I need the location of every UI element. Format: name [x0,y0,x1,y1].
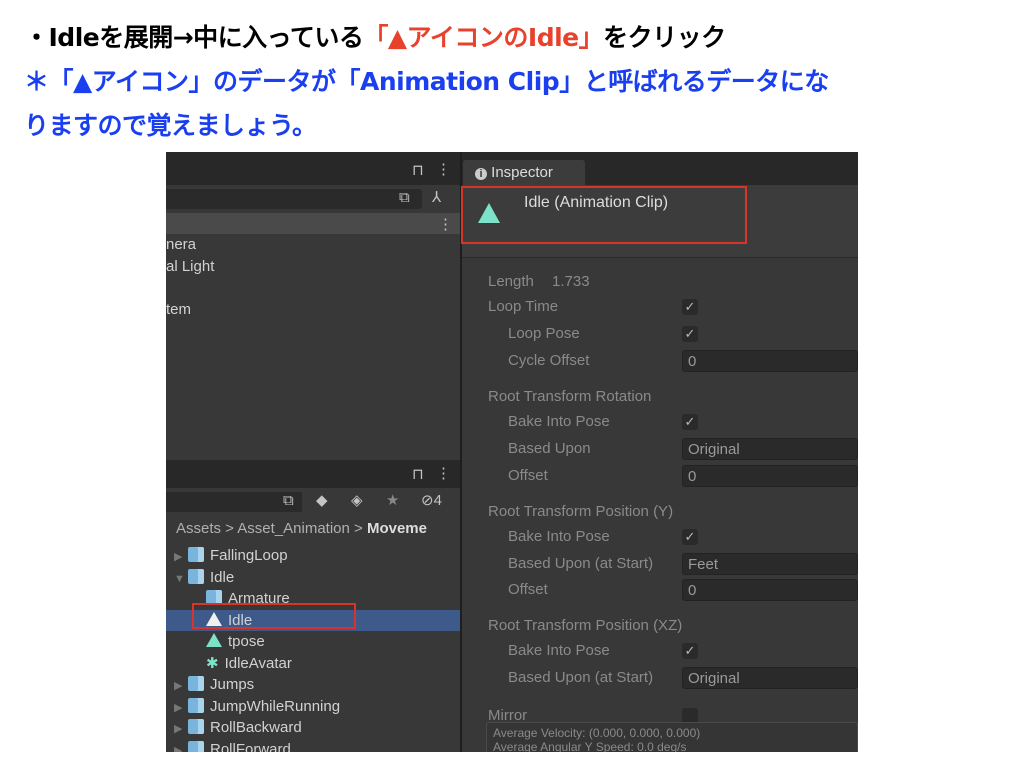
field-label: Length [488,273,534,290]
hierarchy-panel: ⊓ ⋮ ⧉ ⅄ ⋮ nera al Light tem [166,152,460,462]
number-field[interactable]: 0 [682,579,858,601]
breadcrumb: Assets > Asset_Animation > Moveme [176,520,427,537]
number-field[interactable]: 0 [682,465,858,487]
scene-row[interactable] [166,213,460,234]
model-icon [188,547,204,562]
hierarchy-item[interactable]: nera [166,236,196,253]
instruction-line-1: ・Idleを展開→中に入っている「▲アイコンのIdle」をクリック [24,18,726,54]
tab-label: Inspector [491,164,553,181]
hierarchy-item[interactable]: al Light [166,258,214,275]
breadcrumb-current[interactable]: Moveme [367,520,427,537]
lock-icon[interactable]: ⊓ [412,465,424,483]
expand-arrow-icon[interactable]: ▶ [174,676,188,697]
field-label: Cycle Offset [508,352,590,369]
model-icon [188,719,204,734]
dropdown[interactable]: Original [682,438,858,460]
dropdown[interactable]: Feet [682,553,858,575]
breadcrumb-item[interactable]: Asset_Animation [237,520,350,537]
hidden-packages-icon[interactable]: ⊘4 [421,491,442,509]
hierarchy-search-input[interactable] [166,189,422,209]
project-item-label: RollForward [210,740,291,753]
project-item[interactable]: ▶ RollBackward [166,717,460,738]
field-label: Bake Into Pose [508,642,610,659]
field-label: Root Transform Position (XZ) [488,617,683,634]
hidden-count: 4 [433,492,442,509]
expand-arrow-icon[interactable]: ▶ [174,547,188,568]
field-label: Bake Into Pose [508,413,610,430]
instruction-text: ・Idleを展開→中に入っている [24,23,364,52]
note-line-2: りますので覚えましょう。 [24,111,317,140]
project-item-label: FallingLoop [210,547,288,564]
more-menu-icon[interactable]: ⋮ [436,160,451,178]
field-label: Root Transform Position (Y) [488,503,674,520]
instruction-text: をクリック [603,23,726,52]
expand-arrow-icon[interactable]: ▶ [174,698,188,719]
inspector-panel: i Inspector Idle (Animation Clip) Length… [461,152,858,752]
search-mode-icon[interactable]: ⧉ [283,492,294,509]
project-item[interactable]: ▶ Jumps [166,674,460,695]
project-item-label: RollBackward [210,719,302,736]
field-label: Based Upon [508,440,591,457]
sort-icon[interactable]: ⅄ [432,188,441,206]
project-tree: ▶ FallingLoop ▼ Idle Armature Idle tpose ✱ IdleA… [166,545,460,752]
project-item-label: Idle [210,568,235,586]
average-angular-speed: Average Angular Y Speed: 0.0 deg/s [493,740,687,752]
title-highlight-box [461,186,747,244]
search-mode-icon[interactable]: ⧉ [399,189,410,206]
field-label: Root Transform Rotation [488,388,652,405]
dropdown[interactable]: Original [682,667,858,689]
clip-summary-box: Average Velocity: (0.000, 0.000, 0.000) … [486,722,858,752]
project-item[interactable]: ▶ JumpWhileRunning [166,696,460,717]
expand-arrow-icon[interactable]: ▶ [174,741,188,753]
filter-by-label-icon[interactable]: ◈ [351,491,363,509]
avatar-icon: ✱ [206,654,219,672]
selection-highlight-box [192,603,356,629]
field-label: Bake Into Pose [508,528,610,545]
model-icon [188,740,204,752]
field-label: Based Upon (at Start) [508,669,654,686]
model-icon [188,568,204,584]
breadcrumb-item[interactable]: Assets [176,520,221,537]
lock-icon[interactable]: ⊓ [412,161,424,179]
project-panel: ⊓ ⋮ ⧉ ◆ ◈ ★ ⊘4 Assets > Asset_Animation … [166,460,460,752]
more-menu-icon[interactable]: ⋮ [436,464,451,482]
info-icon: i [475,168,487,180]
tab-inspector[interactable]: i Inspector [463,160,585,185]
favorite-star-icon[interactable]: ★ [386,491,399,509]
project-item[interactable]: ✱ IdleAvatar [166,653,460,674]
project-search-input[interactable] [166,492,302,512]
length-value: 1.733 [552,273,590,290]
field-label: Based Upon (at Start) [508,555,654,572]
model-icon [188,676,204,691]
project-item-label: JumpWhileRunning [210,697,341,715]
project-item-label: Jumps [210,676,255,693]
project-item[interactable]: tpose [166,631,460,652]
field-label: Loop Pose [508,325,580,342]
expand-arrow-icon[interactable]: ▼ [174,569,188,590]
project-item[interactable]: ▼ Idle [166,567,460,588]
checkbox[interactable]: ✓ [682,414,698,430]
field-label: Loop Time [488,298,559,315]
checkbox[interactable]: ✓ [682,643,698,659]
model-icon [188,697,204,713]
checkbox[interactable]: ✓ [682,299,698,315]
project-item-label: IdleAvatar [224,654,292,672]
hierarchy-item[interactable]: tem [166,301,191,318]
field-label: Offset [508,467,548,484]
number-field[interactable]: 0 [682,350,858,372]
field-label: Offset [508,581,548,598]
instruction-highlight: 「▲アイコンのIdle」 [363,23,604,52]
unity-editor-screenshot: ⊓ ⋮ ⧉ ⅄ ⋮ nera al Light tem ⊓ ⋮ ⧉ ◆ ◈ ★ … [166,152,858,752]
note-line-1: ＊「▲アイコン」のデータが「Animation Clip」と呼ばれるデータにな [24,67,829,96]
scene-menu-icon[interactable]: ⋮ [438,215,453,233]
project-item-label: tpose [228,633,265,650]
checkbox[interactable]: ✓ [682,326,698,342]
animation-clip-icon [206,633,222,647]
average-velocity: Average Velocity: (0.000, 0.000, 0.000) [493,726,701,740]
project-item[interactable]: ▶ RollForward [166,739,460,753]
checkbox[interactable]: ✓ [682,529,698,545]
project-item[interactable]: ▶ FallingLoop [166,545,460,566]
expand-arrow-icon[interactable]: ▶ [174,719,188,740]
filter-by-type-icon[interactable]: ◆ [316,491,328,509]
